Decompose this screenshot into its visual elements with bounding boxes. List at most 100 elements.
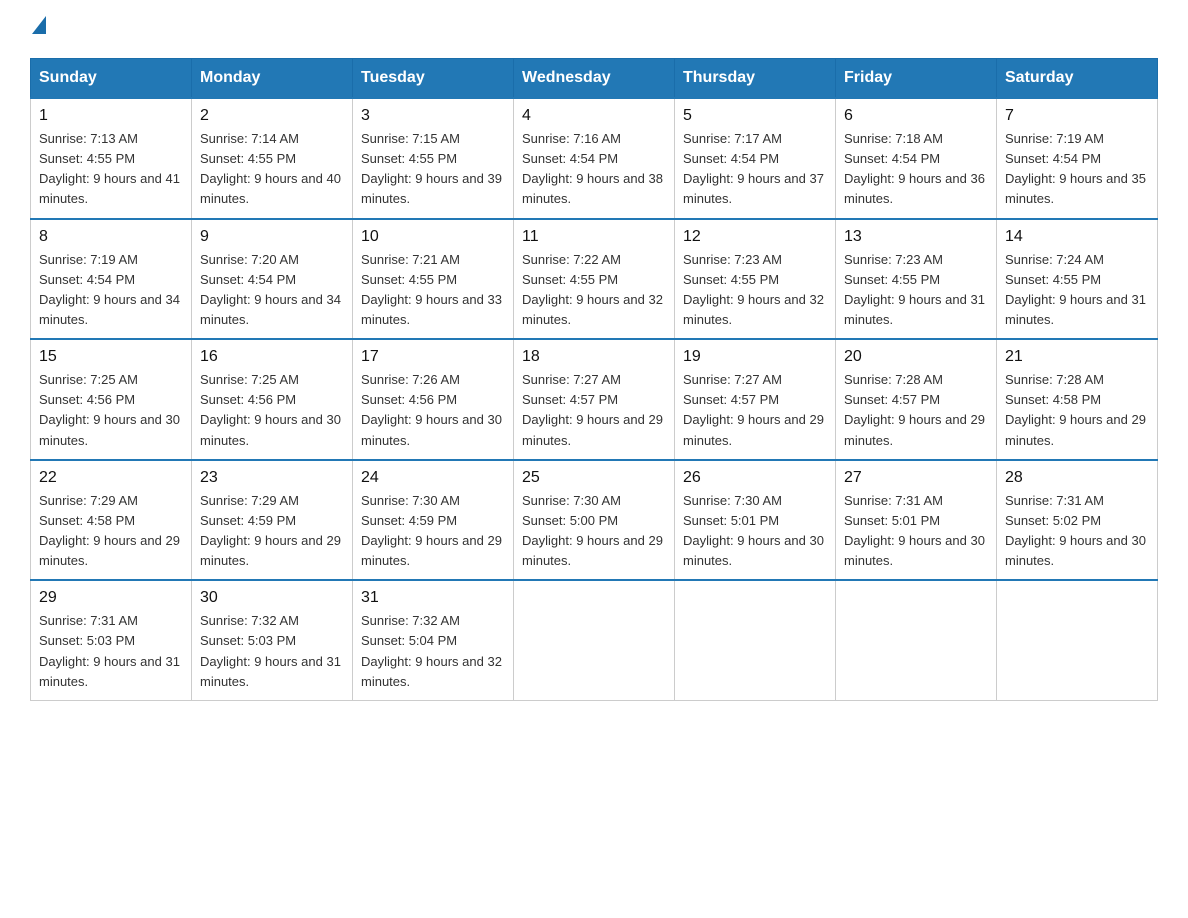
- day-info: Sunrise: 7:31 AMSunset: 5:02 PMDaylight:…: [1005, 491, 1149, 572]
- calendar-cell: 3 Sunrise: 7:15 AMSunset: 4:55 PMDaylight…: [353, 98, 514, 219]
- day-number: 31: [361, 589, 505, 607]
- calendar-cell: 28 Sunrise: 7:31 AMSunset: 5:02 PMDayligh…: [997, 460, 1158, 581]
- day-info: Sunrise: 7:29 AMSunset: 4:59 PMDaylight:…: [200, 491, 344, 572]
- day-number: 20: [844, 348, 988, 366]
- calendar-cell: 29 Sunrise: 7:31 AMSunset: 5:03 PMDayligh…: [31, 580, 192, 700]
- day-info: Sunrise: 7:13 AMSunset: 4:55 PMDaylight:…: [39, 129, 183, 210]
- calendar-header: SundayMondayTuesdayWednesdayThursdayFrid…: [31, 59, 1158, 99]
- calendar-cell: 16 Sunrise: 7:25 AMSunset: 4:56 PMDayligh…: [192, 339, 353, 460]
- calendar-cell: 13Sunrise: 7:23 AMSunset: 4:55 PMDayligh…: [836, 219, 997, 340]
- day-info: Sunrise: 7:23 AMSunset: 4:55 PMDaylight:…: [683, 250, 827, 331]
- calendar-cell: 23 Sunrise: 7:29 AMSunset: 4:59 PMDayligh…: [192, 460, 353, 581]
- day-number: 11: [522, 228, 666, 246]
- day-info: Sunrise: 7:14 AMSunset: 4:55 PMDaylight:…: [200, 129, 344, 210]
- day-info: Sunrise: 7:25 AMSunset: 4:56 PMDaylight:…: [39, 370, 183, 451]
- calendar-cell: [836, 580, 997, 700]
- calendar-cell: 24Sunrise: 7:30 AMSunset: 4:59 PMDayligh…: [353, 460, 514, 581]
- calendar-table: SundayMondayTuesdayWednesdayThursdayFrid…: [30, 58, 1158, 701]
- calendar-cell: 22 Sunrise: 7:29 AMSunset: 4:58 PMDayligh…: [31, 460, 192, 581]
- day-number: 4: [522, 107, 666, 125]
- day-info: Sunrise: 7:18 AMSunset: 4:54 PMDaylight:…: [844, 129, 988, 210]
- calendar-cell: 4Sunrise: 7:16 AMSunset: 4:54 PMDaylight…: [514, 98, 675, 219]
- calendar-cell: 1 Sunrise: 7:13 AMSunset: 4:55 PMDaylight…: [31, 98, 192, 219]
- header-cell-saturday: Saturday: [997, 59, 1158, 99]
- week-row-2: 8Sunrise: 7:19 AMSunset: 4:54 PMDaylight…: [31, 219, 1158, 340]
- day-number: 16: [200, 348, 344, 366]
- day-number: 25: [522, 469, 666, 487]
- header-cell-sunday: Sunday: [31, 59, 192, 99]
- header-cell-tuesday: Tuesday: [353, 59, 514, 99]
- week-row-4: 22 Sunrise: 7:29 AMSunset: 4:58 PMDayligh…: [31, 460, 1158, 581]
- header-cell-monday: Monday: [192, 59, 353, 99]
- logo: [30, 20, 46, 38]
- day-info: Sunrise: 7:27 AMSunset: 4:57 PMDaylight:…: [522, 370, 666, 451]
- calendar-cell: 18 Sunrise: 7:27 AMSunset: 4:57 PMDayligh…: [514, 339, 675, 460]
- day-info: Sunrise: 7:31 AMSunset: 5:01 PMDaylight:…: [844, 491, 988, 572]
- calendar-cell: 21 Sunrise: 7:28 AMSunset: 4:58 PMDayligh…: [997, 339, 1158, 460]
- day-info: Sunrise: 7:19 AMSunset: 4:54 PMDaylight:…: [1005, 129, 1149, 210]
- day-info: Sunrise: 7:21 AMSunset: 4:55 PMDaylight:…: [361, 250, 505, 331]
- day-info: Sunrise: 7:31 AMSunset: 5:03 PMDaylight:…: [39, 611, 183, 692]
- calendar-cell: 25 Sunrise: 7:30 AMSunset: 5:00 PMDayligh…: [514, 460, 675, 581]
- day-number: 19: [683, 348, 827, 366]
- day-info: Sunrise: 7:30 AMSunset: 5:00 PMDaylight:…: [522, 491, 666, 572]
- calendar-cell: 11 Sunrise: 7:22 AMSunset: 4:55 PMDayligh…: [514, 219, 675, 340]
- week-row-3: 15 Sunrise: 7:25 AMSunset: 4:56 PMDayligh…: [31, 339, 1158, 460]
- day-info: Sunrise: 7:19 AMSunset: 4:54 PMDaylight:…: [39, 250, 183, 331]
- day-info: Sunrise: 7:30 AMSunset: 5:01 PMDaylight:…: [683, 491, 827, 572]
- calendar-cell: 12Sunrise: 7:23 AMSunset: 4:55 PMDayligh…: [675, 219, 836, 340]
- calendar-cell: [514, 580, 675, 700]
- calendar-cell: 9 Sunrise: 7:20 AMSunset: 4:54 PMDaylight…: [192, 219, 353, 340]
- header-cell-friday: Friday: [836, 59, 997, 99]
- day-number: 27: [844, 469, 988, 487]
- day-number: 17: [361, 348, 505, 366]
- day-number: 14: [1005, 228, 1149, 246]
- day-number: 28: [1005, 469, 1149, 487]
- calendar-cell: 14Sunrise: 7:24 AMSunset: 4:55 PMDayligh…: [997, 219, 1158, 340]
- calendar-cell: [997, 580, 1158, 700]
- page-header: [30, 20, 1158, 38]
- day-number: 6: [844, 107, 988, 125]
- header-row: SundayMondayTuesdayWednesdayThursdayFrid…: [31, 59, 1158, 99]
- day-number: 10: [361, 228, 505, 246]
- day-number: 5: [683, 107, 827, 125]
- logo-triangle-icon: [32, 16, 46, 34]
- day-info: Sunrise: 7:15 AMSunset: 4:55 PMDaylight:…: [361, 129, 505, 210]
- calendar-cell: 27 Sunrise: 7:31 AMSunset: 5:01 PMDayligh…: [836, 460, 997, 581]
- calendar-cell: 5 Sunrise: 7:17 AMSunset: 4:54 PMDaylight…: [675, 98, 836, 219]
- calendar-cell: 2 Sunrise: 7:14 AMSunset: 4:55 PMDaylight…: [192, 98, 353, 219]
- day-info: Sunrise: 7:28 AMSunset: 4:57 PMDaylight:…: [844, 370, 988, 451]
- day-number: 23: [200, 469, 344, 487]
- day-number: 18: [522, 348, 666, 366]
- day-info: Sunrise: 7:25 AMSunset: 4:56 PMDaylight:…: [200, 370, 344, 451]
- day-number: 22: [39, 469, 183, 487]
- calendar-cell: 8Sunrise: 7:19 AMSunset: 4:54 PMDaylight…: [31, 219, 192, 340]
- day-number: 3: [361, 107, 505, 125]
- calendar-cell: 17 Sunrise: 7:26 AMSunset: 4:56 PMDayligh…: [353, 339, 514, 460]
- day-info: Sunrise: 7:26 AMSunset: 4:56 PMDaylight:…: [361, 370, 505, 451]
- calendar-cell: 15 Sunrise: 7:25 AMSunset: 4:56 PMDayligh…: [31, 339, 192, 460]
- day-number: 9: [200, 228, 344, 246]
- week-row-1: 1 Sunrise: 7:13 AMSunset: 4:55 PMDaylight…: [31, 98, 1158, 219]
- day-info: Sunrise: 7:22 AMSunset: 4:55 PMDaylight:…: [522, 250, 666, 331]
- day-info: Sunrise: 7:28 AMSunset: 4:58 PMDaylight:…: [1005, 370, 1149, 451]
- day-info: Sunrise: 7:17 AMSunset: 4:54 PMDaylight:…: [683, 129, 827, 210]
- calendar-cell: 26Sunrise: 7:30 AMSunset: 5:01 PMDayligh…: [675, 460, 836, 581]
- day-number: 21: [1005, 348, 1149, 366]
- calendar-cell: 10 Sunrise: 7:21 AMSunset: 4:55 PMDayligh…: [353, 219, 514, 340]
- day-number: 15: [39, 348, 183, 366]
- day-info: Sunrise: 7:32 AMSunset: 5:03 PMDaylight:…: [200, 611, 344, 692]
- day-number: 2: [200, 107, 344, 125]
- day-info: Sunrise: 7:23 AMSunset: 4:55 PMDaylight:…: [844, 250, 988, 331]
- day-info: Sunrise: 7:32 AMSunset: 5:04 PMDaylight:…: [361, 611, 505, 692]
- day-number: 7: [1005, 107, 1149, 125]
- calendar-cell: 20 Sunrise: 7:28 AMSunset: 4:57 PMDayligh…: [836, 339, 997, 460]
- calendar-cell: 7 Sunrise: 7:19 AMSunset: 4:54 PMDaylight…: [997, 98, 1158, 219]
- header-cell-thursday: Thursday: [675, 59, 836, 99]
- day-info: Sunrise: 7:29 AMSunset: 4:58 PMDaylight:…: [39, 491, 183, 572]
- day-info: Sunrise: 7:20 AMSunset: 4:54 PMDaylight:…: [200, 250, 344, 331]
- day-number: 1: [39, 107, 183, 125]
- day-number: 30: [200, 589, 344, 607]
- day-info: Sunrise: 7:27 AMSunset: 4:57 PMDaylight:…: [683, 370, 827, 451]
- day-number: 29: [39, 589, 183, 607]
